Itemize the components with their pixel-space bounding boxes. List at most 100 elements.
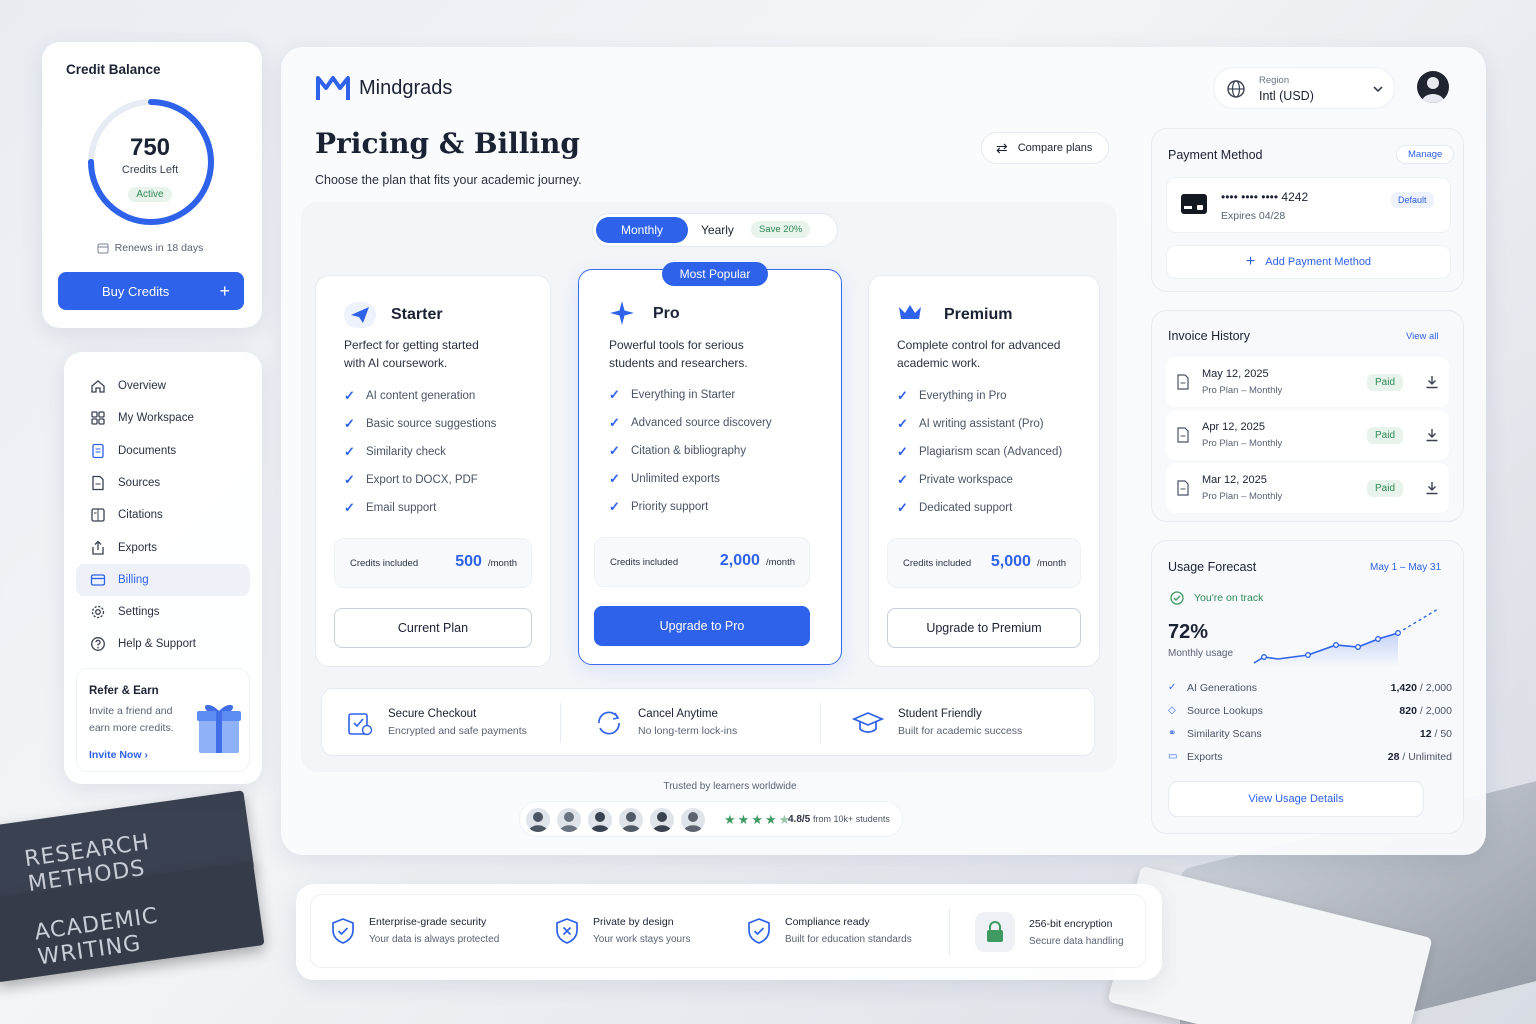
assurance-subtitle: Encrypted and safe payments bbox=[388, 725, 527, 737]
footer-inner: Enterprise-grade security Your data is al… bbox=[310, 894, 1146, 968]
credit-label: Credits Left bbox=[121, 164, 179, 176]
student-avatar bbox=[526, 808, 550, 832]
credits-box: Credits included 2,000/month bbox=[594, 537, 810, 587]
plan-features: ✓ AI content generation ✓ Basic source sugg… bbox=[344, 382, 496, 522]
sparkle-icon bbox=[610, 301, 634, 325]
manage-button[interactable]: Manage bbox=[1396, 145, 1455, 164]
credit-balance-panel: Credit Balance 750 Credits Left Active R… bbox=[42, 42, 262, 328]
crown-icon bbox=[899, 305, 921, 319]
assurance-subtitle: No long-term lock-ins bbox=[638, 725, 738, 737]
sidebar: Overview My Workspace Documents Sources Cita… bbox=[64, 352, 262, 784]
credits-amount: 2,000 bbox=[719, 552, 760, 569]
feature-item: ✓ Similarity check bbox=[344, 438, 496, 466]
book-title: ACADEMIC WRITING bbox=[32, 903, 160, 971]
footer-item-title: Enterprise-grade security bbox=[369, 916, 487, 928]
credit-card-icon bbox=[1181, 194, 1207, 214]
rating-suffix: from 10k+ students bbox=[813, 814, 890, 824]
sidebar-item-overview[interactable]: Overview bbox=[76, 370, 250, 402]
feature-item: ✓ Citation & bibliography bbox=[609, 437, 772, 465]
social-proof: ★★★★★ 4.8/5 from 10k+ students bbox=[519, 801, 903, 837]
invoice-row[interactable]: May 12, 2025 Pro Plan – Monthly Paid bbox=[1166, 357, 1449, 407]
plan-cta-button[interactable]: Current Plan bbox=[334, 608, 532, 648]
assurance-secure-checkout: Secure Checkout Encrypted and safe paymen… bbox=[346, 708, 527, 737]
status-badge: Active bbox=[128, 187, 172, 202]
sidebar-item-label: Settings bbox=[118, 606, 160, 619]
sidebar-item-my-workspace[interactable]: My Workspace bbox=[76, 402, 250, 434]
credits-label: Credits included bbox=[350, 558, 419, 569]
most-popular-badge: Most Popular bbox=[662, 262, 768, 286]
download-icon[interactable] bbox=[1425, 428, 1439, 442]
check-icon: ✓ bbox=[609, 387, 620, 402]
user-icon bbox=[1421, 77, 1445, 103]
yearly-toggle[interactable]: Yearly bbox=[701, 223, 734, 237]
check-icon: ✓ bbox=[344, 388, 355, 403]
sidebar-item-billing[interactable]: Billing bbox=[76, 563, 250, 596]
view-all-link[interactable]: View all bbox=[1406, 331, 1439, 342]
invoice-row[interactable]: Apr 12, 2025 Pro Plan – Monthly Paid bbox=[1166, 410, 1449, 460]
download-icon[interactable] bbox=[1425, 481, 1439, 495]
check-icon: ✓ bbox=[609, 471, 620, 486]
download-icon[interactable] bbox=[1425, 375, 1439, 389]
card-expiry: Expires 04/28 bbox=[1221, 210, 1286, 222]
usage-item-icon: ▭ bbox=[1168, 751, 1178, 762]
check-icon: ✓ bbox=[609, 443, 620, 458]
sidebar-item-settings[interactable]: Settings bbox=[76, 596, 250, 628]
sidebar-item-exports[interactable]: Exports bbox=[76, 532, 250, 564]
feature-label: Advanced source discovery bbox=[631, 417, 772, 429]
sidebar-item-citations[interactable]: Citations bbox=[76, 499, 250, 531]
assurance-cancel-anytime: Cancel Anytime No long-term lock-ins bbox=[594, 708, 737, 737]
sidebar-item-label: Citations bbox=[118, 509, 163, 522]
sidebar-item-sources[interactable]: Sources bbox=[76, 467, 250, 499]
usage-status: You're on track bbox=[1194, 592, 1264, 604]
student-avatar bbox=[588, 808, 612, 832]
plan-features: ✓ Everything in Pro ✓ AI writing assistant … bbox=[897, 382, 1062, 522]
usage-forecast-panel: Usage Forecast May 1 – May 31 You're on … bbox=[1151, 540, 1464, 834]
assurance-title: Cancel Anytime bbox=[638, 708, 718, 720]
invite-now-label: Invite Now bbox=[89, 749, 142, 761]
credit-amount: 750 bbox=[129, 134, 171, 161]
gear-icon bbox=[91, 605, 105, 619]
credits-box: Credits included 500/month bbox=[334, 538, 532, 588]
paid-badge: Paid bbox=[1366, 479, 1403, 497]
footer-item-subtitle: Your work stays yours bbox=[593, 934, 691, 945]
star-icon: ★ bbox=[751, 812, 765, 827]
monthly-toggle[interactable]: Monthly bbox=[596, 217, 688, 243]
check-icon: ✓ bbox=[609, 499, 620, 514]
credits-amount: 500 bbox=[455, 553, 482, 570]
plan-cta-button[interactable]: Upgrade to Pro bbox=[594, 606, 810, 646]
paid-badge: Paid bbox=[1366, 426, 1403, 444]
compare-plans-button[interactable]: ⇄ Compare plans bbox=[981, 132, 1109, 164]
buy-credits-label: Buy Credits bbox=[102, 283, 170, 299]
usage-range: May 1 – May 31 bbox=[1370, 562, 1442, 573]
feature-label: Dedicated support bbox=[919, 502, 1013, 514]
sidebar-item-documents[interactable]: Documents bbox=[76, 435, 250, 467]
sidebar-item-label: My Workspace bbox=[118, 412, 194, 425]
buy-credits-button[interactable]: Buy Credits + bbox=[58, 272, 244, 310]
student-avatar bbox=[557, 808, 581, 832]
feature-label: Unlimited exports bbox=[631, 473, 720, 485]
swap-icon: ⇄ bbox=[996, 139, 1008, 156]
check-icon: ✓ bbox=[897, 388, 908, 403]
usage-used: 1,420 bbox=[1390, 681, 1417, 694]
footer-item-title: Compliance ready bbox=[785, 916, 870, 928]
region-selector[interactable]: Region Intl (USD) bbox=[1213, 67, 1395, 109]
credits-period: /month bbox=[487, 558, 517, 569]
invoice-document-icon bbox=[1177, 427, 1189, 443]
page-subtitle: Choose the plan that fits your academic … bbox=[315, 173, 582, 187]
invoice-row[interactable]: Mar 12, 2025 Pro Plan – Monthly Paid bbox=[1166, 463, 1449, 513]
invite-now-link[interactable]: Invite Now › bbox=[89, 749, 148, 761]
view-usage-details-button[interactable]: View Usage Details bbox=[1168, 781, 1424, 817]
feature-item: ✓ Everything in Starter bbox=[609, 381, 772, 409]
avatar[interactable] bbox=[1417, 71, 1449, 103]
add-payment-method-button[interactable]: + Add Payment Method bbox=[1166, 245, 1451, 279]
check-icon: ✓ bbox=[344, 472, 355, 487]
add-payment-label: Add Payment Method bbox=[1265, 256, 1372, 268]
region-label: Region bbox=[1259, 75, 1290, 86]
plan-cta-button[interactable]: Upgrade to Premium bbox=[887, 608, 1081, 648]
invoice-title: Invoice History bbox=[1168, 329, 1250, 343]
feature-item: ✓ Private workspace bbox=[897, 466, 1062, 494]
refresh-icon bbox=[598, 711, 620, 734]
usage-total: / 2,000 bbox=[1419, 704, 1452, 717]
trust-caption: Trusted by learners worldwide bbox=[663, 781, 797, 792]
sidebar-item-help-support[interactable]: Help & Support bbox=[76, 628, 250, 660]
